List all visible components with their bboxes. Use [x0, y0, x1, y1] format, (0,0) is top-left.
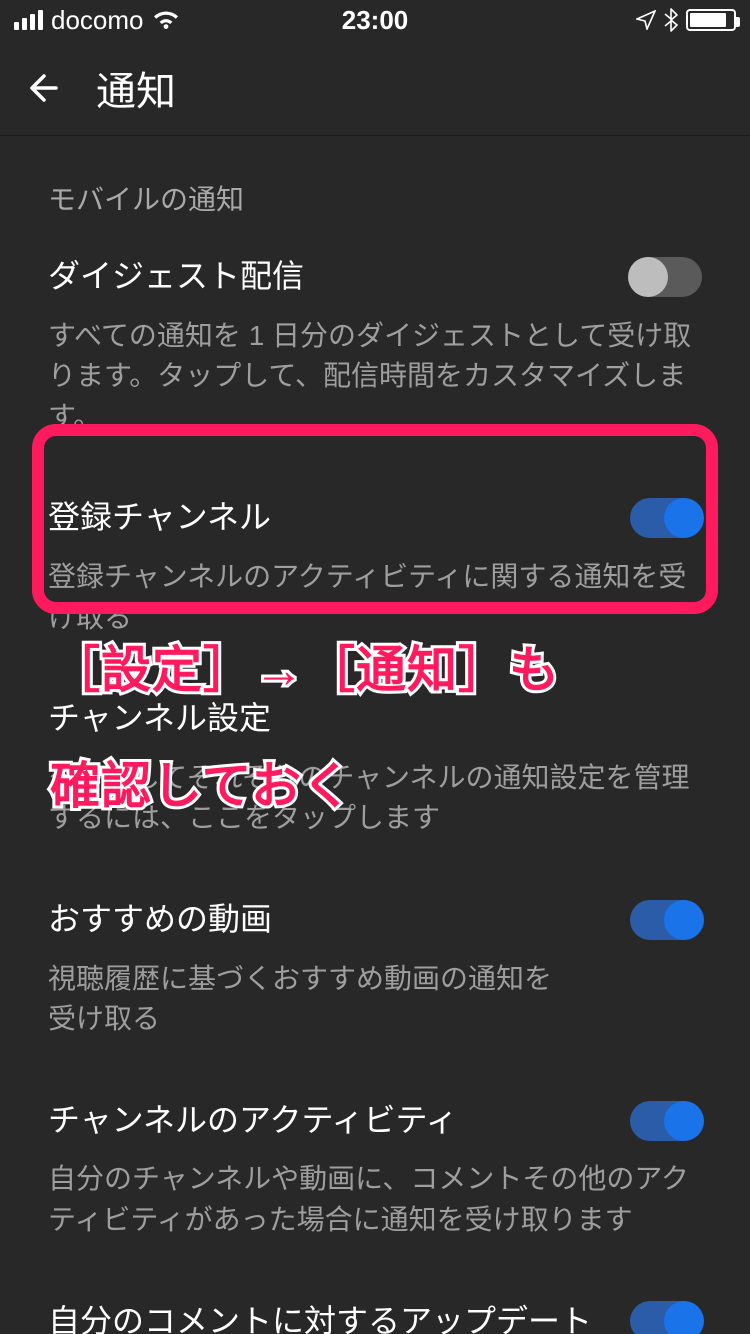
- setting-digest[interactable]: ダイジェスト配信 すべての通知を 1 日分のダイジェストとして受け取ります。タッ…: [0, 226, 750, 467]
- status-bar: docomo 23:00: [0, 0, 750, 40]
- toggle-digest[interactable]: [630, 257, 702, 297]
- wifi-icon: [152, 9, 180, 31]
- setting-title: 登録チャンネル: [48, 497, 271, 539]
- setting-channel-activity[interactable]: チャンネルのアクティビティ 自分のチャンネルや動画に、コメントその他のアクティビ…: [0, 1070, 750, 1271]
- setting-desc: 登録チャンネルのアクティビティに関する通知を受け取る: [48, 557, 702, 638]
- setting-desc: 自分のチャンネルや動画に、コメントその他のアクティビティがあった場合に通知を受け…: [48, 1159, 702, 1240]
- toggle-subscriptions[interactable]: [630, 498, 702, 538]
- setting-title: 自分のコメントに対するアップデート: [48, 1301, 592, 1334]
- clock: 23:00: [342, 5, 409, 36]
- setting-channel-settings[interactable]: チャンネル設定 タップしてそれぞれのチャンネルの通知設定を管理するには、ここをタ…: [0, 668, 750, 869]
- carrier-label: docomo: [51, 5, 144, 36]
- toggle-recommended[interactable]: [630, 900, 702, 940]
- toggle-channel-activity[interactable]: [630, 1101, 702, 1141]
- page-title: 通知: [96, 59, 176, 117]
- toggle-comment-updates[interactable]: [630, 1301, 702, 1334]
- setting-subscriptions[interactable]: 登録チャンネル 登録チャンネルのアクティビティに関する通知を受け取る: [0, 467, 750, 668]
- setting-title: おすすめの動画: [48, 899, 272, 941]
- setting-desc: タップしてそれぞれのチャンネルの通知設定を管理するには、ここをタップします: [48, 758, 702, 839]
- back-button[interactable]: [24, 68, 64, 108]
- location-icon: [636, 10, 656, 30]
- setting-desc: すべての通知を 1 日分のダイジェストとして受け取ります。タップして、配信時間を…: [48, 316, 702, 438]
- status-left: docomo: [14, 5, 180, 36]
- app-header: 通知: [0, 40, 750, 136]
- settings-list[interactable]: モバイルの通知 ダイジェスト配信 すべての通知を 1 日分のダイジェストとして受…: [0, 136, 750, 1334]
- signal-icon: [14, 10, 43, 30]
- setting-recommended[interactable]: おすすめの動画 視聴履歴に基づくおすすめ動画の通知を 受け取る: [0, 869, 750, 1070]
- setting-title: チャンネルのアクティビティ: [48, 1100, 458, 1142]
- battery-icon: [686, 9, 736, 31]
- setting-title: ダイジェスト配信: [48, 256, 304, 298]
- setting-desc: 視聴履歴に基づくおすすめ動画の通知を 受け取る: [48, 959, 702, 1040]
- status-right: [636, 8, 736, 32]
- setting-title: チャンネル設定: [48, 698, 271, 740]
- setting-comment-updates[interactable]: 自分のコメントに対するアップデート コメントに高評価が付いたとき、Pintere…: [0, 1271, 750, 1334]
- bluetooth-icon: [664, 8, 678, 32]
- section-label: モバイルの通知: [0, 136, 750, 226]
